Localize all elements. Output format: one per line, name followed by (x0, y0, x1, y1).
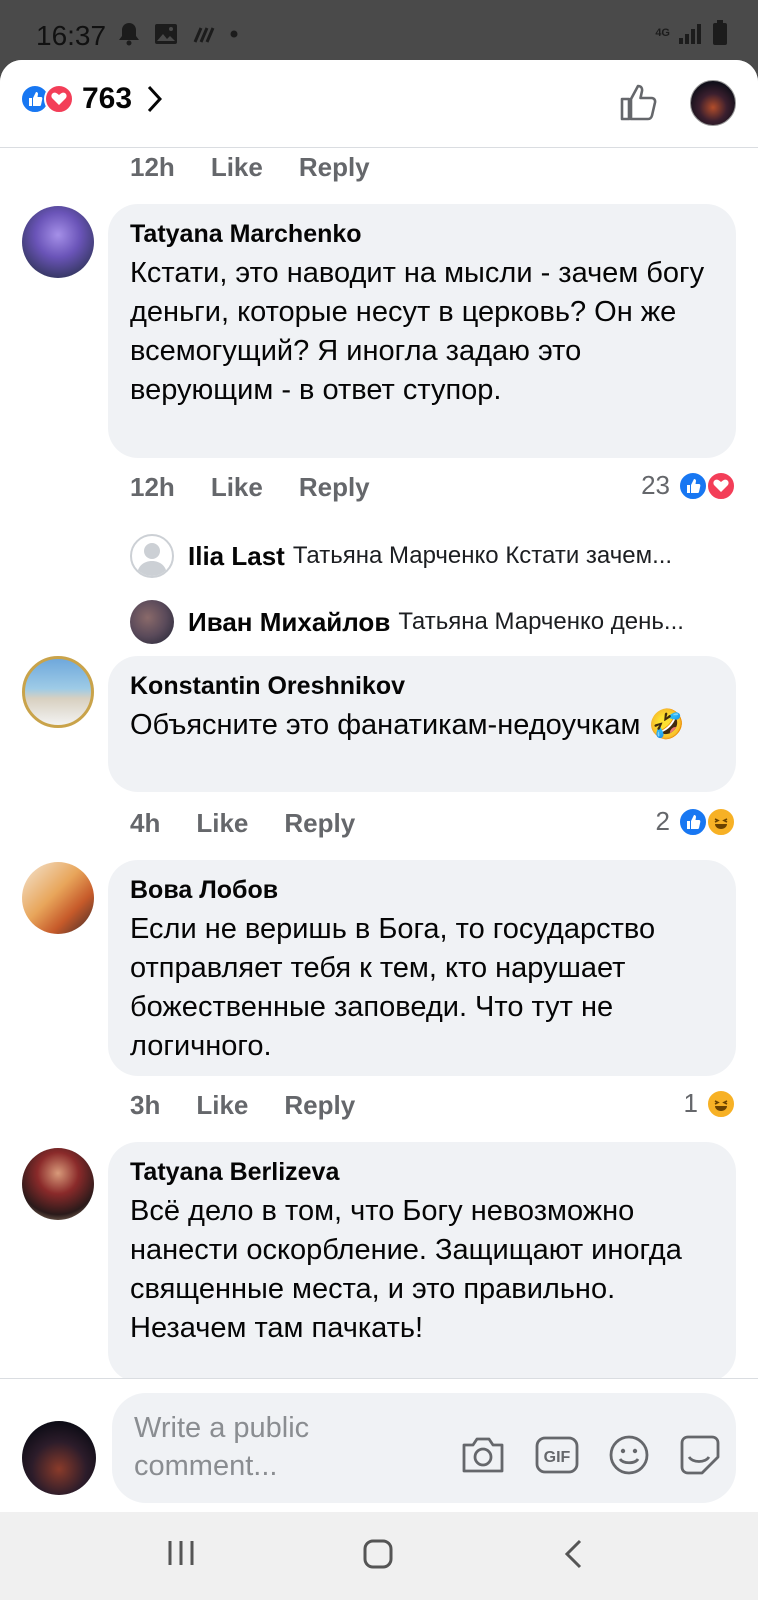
reactions-header: 763 (0, 60, 758, 148)
reply-comment-button[interactable]: Reply (299, 152, 370, 183)
total-reaction-count: 763 (82, 82, 133, 115)
composer-tools: GIF (460, 1433, 722, 1477)
comment-feed: 12h Like Reply Tatyana Marchenko Кстати,… (0, 148, 758, 1378)
comment-bubble: Tatyana Berlizeva Всё дело в том, что Бо… (108, 1142, 736, 1378)
sticker-icon[interactable] (678, 1433, 722, 1477)
comment-text: Объясните это фанатикам-недоучкам 🤣 (130, 709, 685, 741)
comments-sheet: 763 12h Like Reply Tatyana Marchenko Кст… (0, 60, 758, 1512)
comment-reaction-count[interactable]: 23 (641, 470, 736, 501)
reply-text: Татьяна Марченко день... (398, 608, 684, 635)
bell-icon (119, 23, 139, 46)
comment-actions: 3h Like Reply (130, 1090, 355, 1121)
signal-icon (679, 24, 701, 44)
comment-time: 3h (130, 1090, 161, 1120)
camera-icon[interactable] (460, 1435, 506, 1475)
avatar[interactable] (22, 1148, 94, 1220)
image-icon (155, 24, 177, 44)
comment-time: 12h (130, 152, 175, 182)
home-button[interactable] (362, 1538, 394, 1570)
status-bar: 16:37 4G (0, 0, 758, 60)
like-comment-button[interactable]: Like (196, 808, 248, 839)
comment-actions: 12h Like Reply (130, 472, 370, 503)
nfc-icon (193, 27, 215, 43)
comment-bubble: Вова Лобов Если не веришь в Бога, то гос… (108, 860, 736, 1076)
back-button[interactable] (562, 1538, 584, 1570)
comment-time: 12h (130, 472, 175, 502)
status-right-icons: 4G (655, 20, 728, 46)
status-left-icons (118, 22, 238, 46)
avatar[interactable] (22, 656, 94, 728)
network-label: 4G (655, 27, 670, 39)
avatar (130, 534, 174, 578)
comment-author[interactable]: Konstantin Oreshnikov (130, 670, 714, 702)
comment-actions: 4h Like Reply (130, 808, 355, 839)
reaction-summary-button[interactable]: 763 (20, 82, 163, 116)
comment-bubble: Tatyana Marchenko Кстати, это наводит на… (108, 204, 736, 458)
avatar[interactable] (22, 206, 94, 278)
like-reaction-icon (678, 470, 708, 501)
composer-avatar (22, 1421, 96, 1495)
love-reaction-icon (706, 470, 736, 501)
user-avatar[interactable] (690, 80, 736, 126)
recents-button[interactable] (166, 1538, 196, 1568)
comment-reaction-count[interactable]: 1 (684, 1088, 736, 1119)
status-time: 16:37 (36, 20, 107, 51)
gif-icon[interactable]: GIF (534, 1435, 580, 1475)
love-reaction-icon (44, 84, 74, 114)
reply-preview[interactable]: Иван Михайлов Татьяна Марченко день... (130, 600, 730, 644)
comment-bubble: Konstantin Oreshnikov Объясните это фана… (108, 656, 736, 792)
rolling-laughing-emoji: 🤣 (648, 709, 685, 741)
haha-reaction-icon (706, 1088, 736, 1119)
gif-icon-label: GIF (544, 1449, 571, 1466)
dot-icon (230, 30, 238, 38)
comment-composer: Write a public comment... GIF (0, 1378, 758, 1512)
comment-text: Если не веришь в Бога, то государство от… (130, 913, 656, 1062)
comment-text: Всё дело в том, что Богу невозможно нане… (130, 1195, 682, 1344)
system-nav-bar (0, 1512, 758, 1600)
reply-author: Ilia Last (188, 540, 285, 571)
like-comment-button[interactable]: Like (211, 152, 263, 183)
reply-comment-button[interactable]: Reply (299, 472, 370, 503)
comment-time: 4h (130, 808, 161, 838)
avatar (130, 600, 174, 644)
reply-author: Иван Михайлов (188, 606, 391, 637)
comment-author[interactable]: Tatyana Marchenko (130, 218, 714, 250)
battery-icon (713, 20, 727, 45)
haha-reaction-icon (706, 806, 736, 837)
reply-comment-button[interactable]: Reply (284, 1090, 355, 1121)
emoji-icon[interactable] (608, 1434, 650, 1476)
comment-input[interactable]: Write a public comment... GIF (112, 1393, 736, 1503)
like-reaction-icon (678, 806, 708, 837)
comment-author[interactable]: Вова Лобов (130, 874, 714, 906)
reply-text: Татьяна Марченко Кстати зачем... (292, 542, 673, 569)
comment-input-placeholder: Write a public comment... (134, 1412, 310, 1482)
comment-text: Кстати, это наводит на мысли - зачем бог… (130, 257, 705, 406)
like-comment-button[interactable]: Like (196, 1090, 248, 1121)
like-post-button[interactable] (618, 82, 658, 122)
chevron-right-icon (147, 85, 163, 113)
reply-comment-button[interactable]: Reply (284, 808, 355, 839)
like-comment-button[interactable]: Like (211, 472, 263, 503)
avatar[interactable] (22, 862, 94, 934)
reply-preview[interactable]: Ilia Last Татьяна Марченко Кстати зачем.… (130, 534, 730, 578)
comment-reaction-count[interactable]: 2 (656, 806, 736, 837)
comment-author[interactable]: Tatyana Berlizeva (130, 1156, 714, 1188)
comment-actions: 12h Like Reply (130, 152, 370, 183)
